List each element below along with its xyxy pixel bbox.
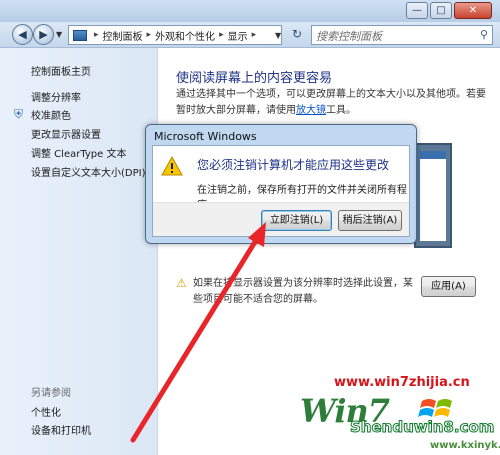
apply-button[interactable]: 应用(A): [421, 276, 476, 297]
description-text-end: 工具。: [326, 105, 356, 116]
breadcrumb-separator-icon[interactable]: ▸: [147, 30, 152, 40]
control-panel-icon: [73, 29, 87, 41]
dialog-main-instruction: 您必须注销计算机才能应用这些更改: [197, 158, 390, 172]
navigation-bar: ◀ ▶ ▼ ▸ 控制面板 ▸ 外观和个性化 ▸ 显示 ▸ ▼ ↻ 搜索控制面板 …: [0, 22, 500, 48]
breadcrumb-separator-icon[interactable]: ▸: [252, 30, 257, 40]
breadcrumb-display[interactable]: 显示: [228, 28, 248, 43]
warning-icon: [161, 156, 183, 176]
page-description: 通过选择其中一个选项，可以更改屏幕上的文本大小以及其他项。若要暂时放大部分屏幕，…: [176, 87, 494, 119]
recent-pages-chevron-icon[interactable]: ▼: [56, 30, 62, 39]
logoff-dialog: Microsoft Windows 您必须注销计算机才能应用这些更改 在注销之前…: [145, 124, 417, 244]
sidebar-item-control-panel-home[interactable]: 控制面板主页: [31, 63, 91, 78]
page-title: 使阅读屏幕上的内容更容易: [176, 71, 333, 86]
breadcrumb-separator-icon[interactable]: ▸: [219, 30, 224, 40]
magnifier-link[interactable]: 放大镜: [296, 105, 326, 116]
dialog-body: 您必须注销计算机才能应用这些更改 在注销之前，保存所有打开的文件并关闭所有程序。…: [152, 145, 410, 237]
dialog-title: Microsoft Windows: [154, 130, 257, 143]
breadcrumb-appearance[interactable]: 外观和个性化: [155, 28, 215, 43]
maximize-button[interactable]: □: [430, 2, 452, 19]
sidebar-item-calibrate-color[interactable]: 校准颜色: [31, 107, 71, 122]
shield-icon: ⛨: [14, 107, 24, 121]
sidebar-item-devices-printers[interactable]: 设备和打印机: [31, 422, 91, 437]
left-nav-pane: 控制面板主页 调整分辨率 ⛨ 校准颜色 更改显示器设置 调整 ClearType…: [0, 48, 158, 455]
dialog-button-bar: 立即注销(L) 稍后注销(A): [153, 202, 409, 236]
search-input[interactable]: 搜索控制面板 ⚲: [311, 25, 493, 45]
see-also-heading: 另请参阅: [31, 388, 71, 399]
watermark-url: www.win7zhijia.cn: [334, 375, 470, 390]
minimize-button[interactable]: —: [406, 2, 428, 19]
preview-titlebar: [420, 151, 446, 159]
text-size-preview: [414, 143, 452, 248]
sidebar-item-adjust-resolution[interactable]: 调整分辨率: [31, 89, 81, 104]
preview-screen: [420, 151, 446, 241]
search-icon[interactable]: ⚲: [480, 28, 488, 41]
warning-icon: ⚠: [176, 276, 187, 290]
forward-button[interactable]: ▶: [33, 24, 54, 45]
sidebar-item-change-display-settings[interactable]: 更改显示器设置: [31, 126, 101, 141]
sidebar-item-cleartype[interactable]: 调整 ClearType 文本: [31, 145, 126, 160]
refresh-button[interactable]: ↻: [288, 27, 306, 43]
watermark-site: www.kxinyk.com: [430, 440, 500, 451]
search-placeholder: 搜索控制面板: [316, 30, 382, 43]
address-dropdown-chevron-icon[interactable]: ▼: [275, 31, 281, 40]
logoff-now-button[interactable]: 立即注销(L): [261, 210, 332, 231]
resolution-warning-text: 如果在将显示器设置为该分辨率时选择此设置，某些项目可能不适合您的屏幕。: [193, 278, 413, 305]
window-controls: — □ ✕: [406, 2, 492, 19]
logoff-later-button[interactable]: 稍后注销(A): [338, 210, 402, 231]
breadcrumb-control-panel[interactable]: 控制面板: [103, 28, 143, 43]
sidebar-item-personalization[interactable]: 个性化: [31, 404, 61, 419]
sidebar-item-custom-dpi[interactable]: 设置自定义文本大小(DPI): [31, 164, 145, 179]
breadcrumb-separator-icon[interactable]: ▸: [94, 30, 99, 40]
close-button[interactable]: ✕: [454, 2, 492, 19]
watermark-brand: Shenduwin8.com: [349, 418, 495, 437]
back-button[interactable]: ◀: [12, 24, 33, 45]
window-titlebar: — □ ✕: [0, 0, 500, 22]
address-bar[interactable]: ▸ 控制面板 ▸ 外观和个性化 ▸ 显示 ▸: [68, 25, 282, 45]
